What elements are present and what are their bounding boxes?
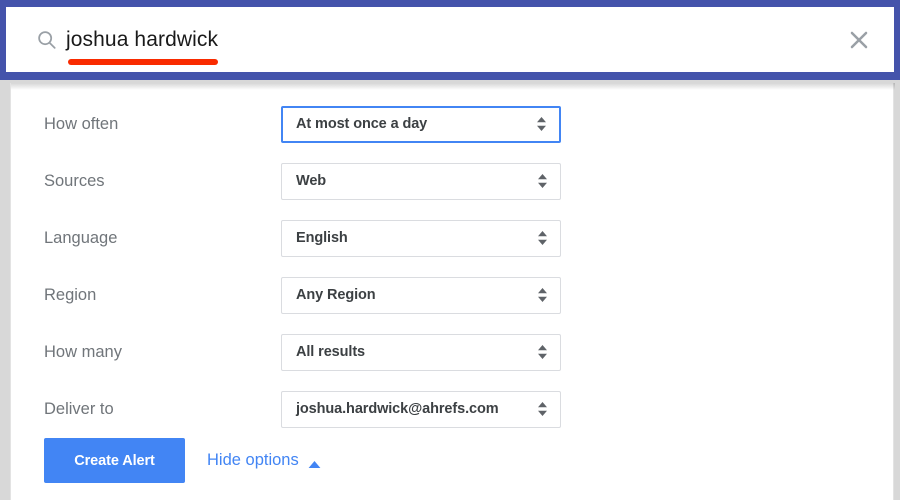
page-background: How often At most once a day Sources xyxy=(0,80,900,500)
select-sources-value: Web xyxy=(296,173,326,189)
spinner-arrows-icon xyxy=(537,286,548,304)
select-language-value: English xyxy=(296,230,348,246)
label-how-often: How often xyxy=(44,115,118,134)
select-deliver-to[interactable]: joshua.hardwick@ahrefs.com xyxy=(281,391,561,428)
spinner-arrows-icon xyxy=(537,343,548,361)
form-row-region: Region Any Region xyxy=(11,276,895,314)
form-row-deliver-to: Deliver to joshua.hardwick@ahrefs.com xyxy=(11,390,895,428)
select-deliver-to-value: joshua.hardwick@ahrefs.com xyxy=(296,401,499,417)
close-icon[interactable] xyxy=(846,27,872,53)
form-row-how-often: How often At most once a day xyxy=(11,105,895,143)
spinner-arrows-icon xyxy=(537,400,548,418)
select-region[interactable]: Any Region xyxy=(281,277,561,314)
select-sources[interactable]: Web xyxy=(281,163,561,200)
search-box[interactable]: joshua hardwick xyxy=(6,7,894,72)
red-underline-annotation xyxy=(68,59,218,65)
search-bar-container: joshua hardwick xyxy=(0,0,900,80)
select-language[interactable]: English xyxy=(281,220,561,257)
search-input-value[interactable]: joshua hardwick xyxy=(66,28,218,52)
form-actions: Create Alert Hide options xyxy=(11,438,895,484)
label-region: Region xyxy=(44,286,96,305)
google-alerts-screen: joshua hardwick How often At most once a… xyxy=(0,0,900,500)
search-icon xyxy=(36,29,58,51)
select-how-often-value: At most once a day xyxy=(296,116,427,132)
hide-options-label: Hide options xyxy=(207,451,299,470)
select-how-many[interactable]: All results xyxy=(281,334,561,371)
form-row-how-many: How many All results xyxy=(11,333,895,371)
create-alert-button[interactable]: Create Alert xyxy=(44,438,185,483)
label-how-many: How many xyxy=(44,343,122,362)
alert-options-card: How often At most once a day Sources xyxy=(10,83,894,500)
select-region-value: Any Region xyxy=(296,287,376,303)
hide-options-link[interactable]: Hide options xyxy=(207,438,321,483)
label-language: Language xyxy=(44,229,117,248)
form-row-language: Language English xyxy=(11,219,895,257)
label-sources: Sources xyxy=(44,172,105,191)
card-top-shadow xyxy=(11,83,895,90)
select-how-often[interactable]: At most once a day xyxy=(281,106,561,143)
spinner-arrows-icon xyxy=(537,172,548,190)
form-row-sources: Sources Web xyxy=(11,162,895,200)
chevron-up-icon xyxy=(308,456,321,465)
spinner-arrows-icon xyxy=(537,229,548,247)
label-deliver-to: Deliver to xyxy=(44,400,114,419)
spinner-arrows-icon xyxy=(536,115,547,133)
select-how-many-value: All results xyxy=(296,344,365,360)
